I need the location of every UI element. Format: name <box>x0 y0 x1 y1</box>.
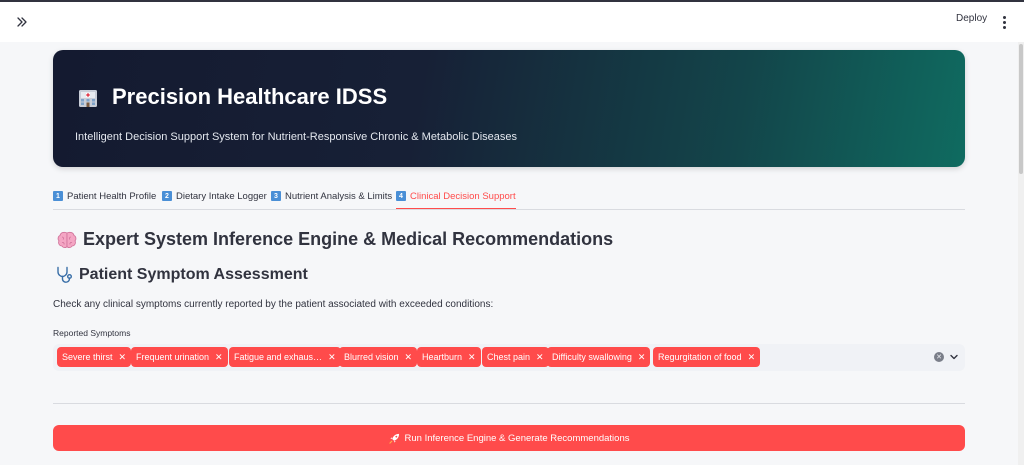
expand-sidebar-button[interactable] <box>12 12 32 32</box>
close-icon[interactable]: ✕ <box>748 352 756 362</box>
symptom-chip-label: Regurgitation of food <box>658 352 742 362</box>
symptom-chip[interactable]: Severe thirst ✕ <box>57 347 132 367</box>
symptom-instructions: Check any clinical symptoms currently re… <box>53 299 494 310</box>
double-chevron-right-icon <box>17 17 27 27</box>
kebab-dot <box>1002 15 1006 19</box>
symptom-chip-label: Severe thirst <box>62 352 113 362</box>
deploy-button[interactable]: Deploy <box>956 13 987 24</box>
tab-label: Clinical Decision Support <box>410 191 516 202</box>
tab-number-badge: 2 <box>162 191 172 201</box>
main-menu-button[interactable] <box>998 12 1010 32</box>
top-toolbar: Deploy <box>0 2 1024 42</box>
symptom-chip[interactable]: Fatigue and exhaus… ✕ <box>229 347 341 367</box>
close-icon[interactable]: ✕ <box>536 352 544 362</box>
tab-label: Patient Health Profile <box>67 191 157 202</box>
symptom-chip-label: Heartburn <box>422 352 463 362</box>
hero-banner: Precision Healthcare IDSS Intelligent De… <box>53 50 965 167</box>
kebab-dot <box>1002 25 1006 29</box>
tab-clinical-decision-support[interactable]: 4 Clinical Decision Support <box>396 188 516 210</box>
expert-system-heading: Expert System Inference Engine & Medical… <box>57 229 613 250</box>
tab-number-badge: 4 <box>396 191 406 201</box>
tab-number-badge: 1 <box>53 191 63 201</box>
run-inference-button[interactable]: Run Inference Engine & Generate Recommen… <box>53 425 965 451</box>
rocket-icon <box>388 433 399 444</box>
reported-symptoms-label: Reported Symptoms <box>53 328 131 338</box>
symptom-chip-label: Frequent urination <box>136 352 210 362</box>
subsection-heading: Patient Symptom Assessment <box>79 266 308 283</box>
brain-icon <box>57 231 77 248</box>
page-title: Precision Healthcare IDSS <box>112 84 388 109</box>
close-icon[interactable]: ✕ <box>119 352 127 362</box>
symptom-chip[interactable]: Heartburn ✕ <box>417 347 481 367</box>
stethoscope-icon <box>57 266 72 283</box>
close-icon[interactable]: ✕ <box>468 352 476 362</box>
section-divider <box>53 403 965 404</box>
tab-label: Dietary Intake Logger <box>176 191 267 202</box>
symptom-chip-label: Fatigue and exhaus… <box>234 352 323 362</box>
tab-number-badge: 3 <box>271 191 281 201</box>
symptom-assessment-heading: Patient Symptom Assessment <box>55 266 308 284</box>
symptom-chip[interactable]: Frequent urination ✕ <box>131 347 228 367</box>
close-icon[interactable]: ✕ <box>638 352 646 362</box>
chevron-down-icon[interactable] <box>948 351 960 363</box>
scrollbar-thumb[interactable] <box>1019 44 1023 174</box>
kebab-dot <box>1002 20 1006 24</box>
close-icon[interactable]: ✕ <box>328 352 336 362</box>
symptom-chip[interactable]: Blurred vision ✕ <box>339 347 418 367</box>
run-inference-label: Run Inference Engine & Generate Recommen… <box>404 432 630 444</box>
tab-nutrient-analysis-limits[interactable]: 3 Nutrient Analysis & Limits <box>271 188 392 210</box>
symptom-chip-label: Chest pain <box>487 352 531 362</box>
tab-dietary-intake-logger[interactable]: 2 Dietary Intake Logger <box>162 188 267 210</box>
close-icon[interactable]: ✕ <box>215 352 223 362</box>
hospital-icon <box>79 90 97 107</box>
section-heading: Expert System Inference Engine & Medical… <box>83 229 614 249</box>
symptom-chip-label: Blurred vision <box>344 352 399 362</box>
vertical-scrollbar[interactable] <box>1018 42 1024 465</box>
close-icon[interactable]: ✕ <box>405 352 413 362</box>
symptom-chip-label: Difficulty swallowing <box>552 352 632 362</box>
symptom-chip[interactable]: Chest pain ✕ <box>482 347 549 367</box>
tab-bar: 1 Patient Health Profile 2 Dietary Intak… <box>53 188 965 210</box>
reported-symptoms-multiselect[interactable]: Severe thirst ✕ Frequent urination ✕ Fat… <box>53 344 965 371</box>
tab-patient-health-profile[interactable]: 1 Patient Health Profile <box>53 188 156 210</box>
symptom-chip[interactable]: Regurgitation of food ✕ <box>653 347 761 367</box>
tab-bar-divider <box>53 209 965 210</box>
clear-all-icon[interactable]: ✕ <box>934 352 944 362</box>
page-subtitle: Intelligent Decision Support System for … <box>75 131 518 143</box>
symptom-chip[interactable]: Difficulty swallowing ✕ <box>547 347 651 367</box>
tab-label: Nutrient Analysis & Limits <box>285 191 393 202</box>
